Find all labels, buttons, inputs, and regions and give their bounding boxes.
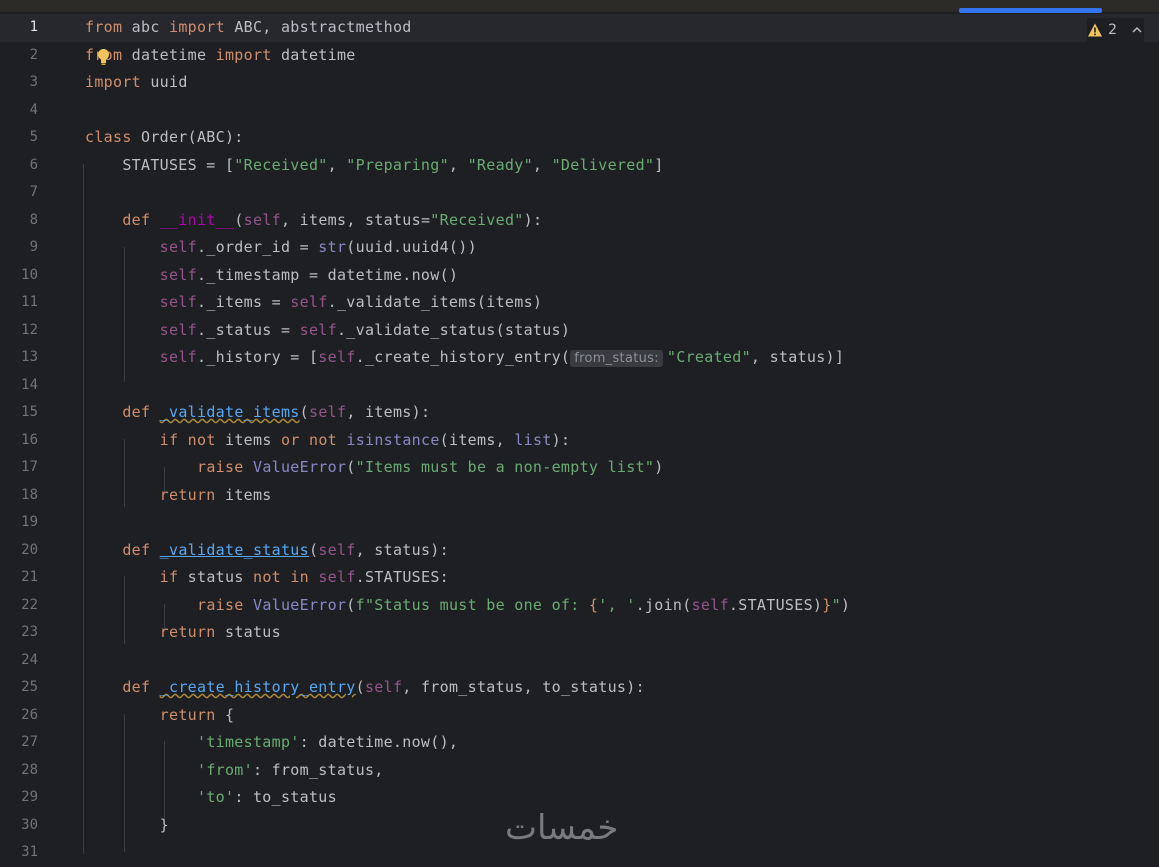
code-line-30: }	[85, 815, 169, 834]
line-number-gutter[interactable]: 1 2 3 4 5 6 7 8 9 10 11 12 13 14 15 16 1…	[0, 14, 64, 861]
code-editor[interactable]: 1 2 3 4 5 6 7 8 9 10 11 12 13 14 15 16 1…	[0, 14, 1159, 861]
chevron-up-icon[interactable]	[1130, 23, 1144, 37]
code-line-20: def _validate_status(self, status):	[122, 540, 449, 559]
code-line-5: class Order(ABC):	[85, 128, 244, 146]
line-number: 25	[21, 679, 38, 695]
line-number: 22	[21, 596, 38, 613]
line-number: 27	[21, 734, 38, 750]
code-line-11: self._items = self._validate_items(items…	[159, 293, 543, 311]
code-line-15: def _validate_items(self, items):	[122, 403, 431, 421]
line-number: 18	[21, 486, 38, 503]
line-number: 3	[29, 74, 38, 90]
line-number: 9	[29, 239, 38, 255]
line-number: 14	[21, 376, 38, 393]
code-line-18: return items	[159, 485, 272, 504]
line-number: 2	[29, 46, 38, 63]
code-line-2: from datetime import datetime	[85, 45, 356, 64]
code-line-3: import uuid	[85, 73, 188, 91]
active-tab-indicator	[959, 8, 1102, 13]
code-line-10: self._timestamp = datetime.now()	[159, 265, 459, 284]
inspection-widget[interactable]: 2	[1087, 18, 1144, 42]
indent-guide	[83, 164, 84, 854]
code-area[interactable]: from abc import ABC, abstractmethod from…	[85, 14, 1159, 861]
line-number: 31	[21, 844, 38, 860]
line-number: 15	[21, 404, 38, 420]
line-number: 23	[21, 624, 38, 640]
code-line-25: def _create_history_entry(self, from_sta…	[122, 678, 645, 696]
line-number: 13	[21, 349, 38, 365]
code-line-13: self._history = [self._create_history_en…	[159, 348, 845, 367]
code-line-28: 'from': from_status,	[196, 760, 384, 779]
code-line-1: from abc import ABC, abstractmethod	[85, 18, 412, 36]
watermark-logo: خمسات	[505, 808, 619, 848]
code-line-23: return status	[159, 623, 281, 641]
code-line-26: return {	[159, 705, 235, 724]
code-line-12: self._status = self._validate_status(sta…	[159, 320, 571, 339]
line-number: 6	[29, 156, 38, 173]
line-number: 7	[29, 184, 38, 200]
line-number: 5	[29, 129, 38, 145]
code-line-6: STATUSES = ["Received", "Preparing", "Re…	[85, 155, 664, 174]
line-number: 29	[21, 789, 38, 805]
line-number: 28	[21, 761, 38, 778]
line-number: 24	[21, 651, 38, 668]
code-line-9: self._order_id = str(uuid.uuid4())	[159, 238, 477, 256]
line-number: 4	[29, 101, 38, 118]
code-line-29: 'to': to_status	[196, 788, 337, 806]
line-number: 1	[29, 19, 38, 35]
line-number: 16	[21, 431, 38, 448]
lightbulb-icon[interactable]	[97, 48, 110, 66]
code-line-21: if status not in self.STATUSES:	[159, 568, 449, 586]
line-number: 19	[21, 514, 38, 530]
code-line-16: if not items or not isinstance(items, li…	[159, 430, 571, 449]
warning-icon	[1088, 23, 1103, 37]
line-number: 12	[21, 321, 38, 338]
line-number: 8	[29, 211, 38, 228]
code-line-8: def __init__(self, items, status="Receiv…	[122, 210, 543, 229]
line-number: 10	[21, 266, 38, 283]
inlay-parameter-hint: from_status:	[570, 350, 663, 367]
warning-count: 2	[1108, 22, 1117, 38]
line-number: 11	[21, 294, 38, 310]
code-line-22: raise ValueError(f"Status must be one of…	[196, 595, 851, 614]
line-number: 21	[21, 569, 38, 585]
line-number: 20	[21, 541, 38, 558]
code-line-27: 'timestamp': datetime.now(),	[196, 733, 459, 751]
line-number: 17	[21, 459, 38, 475]
line-number: 26	[21, 706, 38, 723]
line-number: 30	[21, 816, 38, 833]
code-line-17: raise ValueError("Items must be a non-em…	[196, 458, 664, 476]
